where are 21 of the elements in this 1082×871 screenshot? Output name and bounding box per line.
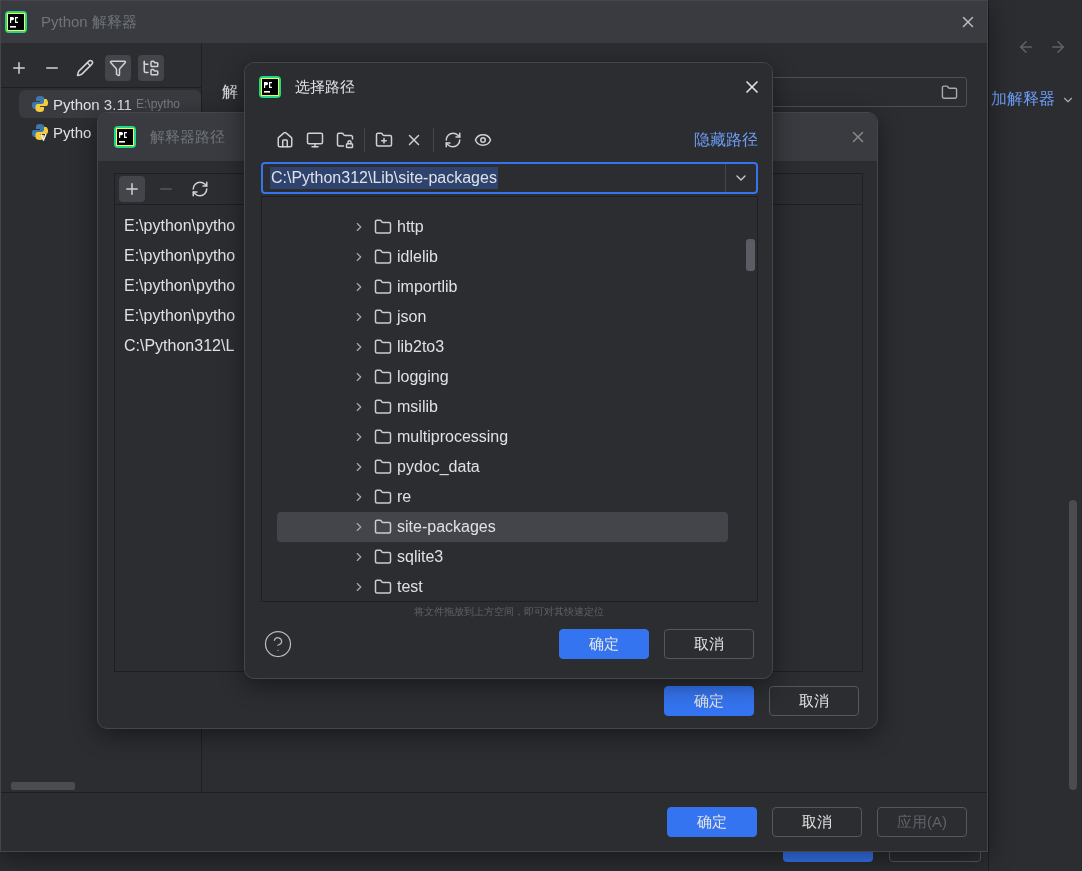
folder-name: lib2to3 (397, 338, 445, 356)
window-title: Python 解释器 (41, 12, 137, 32)
folder-name: json (397, 308, 427, 326)
folder-name: idlelib (397, 248, 438, 266)
interpreter-name: Pytho (53, 123, 92, 141)
dialog-title: 选择路径 (295, 77, 355, 97)
path-value: C:\Python312\Lib\site-packages (270, 167, 498, 189)
folder-name: site-packages (397, 518, 496, 536)
folder-name: pydoc_data (397, 458, 480, 476)
dialog-title: 解释器路径 (150, 127, 225, 147)
interpreter-path: E:\pytho (135, 97, 180, 111)
folder-name: importlib (397, 278, 458, 296)
folder-name: http (397, 218, 424, 236)
folder-name: msilib (397, 398, 438, 416)
folder-name: re (397, 488, 412, 506)
folder-name: multiprocessing (397, 428, 509, 446)
field-label: 解 (222, 81, 238, 102)
folder-name: sqlite3 (397, 548, 444, 566)
folder-name: test (397, 578, 423, 596)
folder-name: logging (397, 368, 449, 386)
interpreter-name: Python 3.11 (53, 95, 132, 113)
